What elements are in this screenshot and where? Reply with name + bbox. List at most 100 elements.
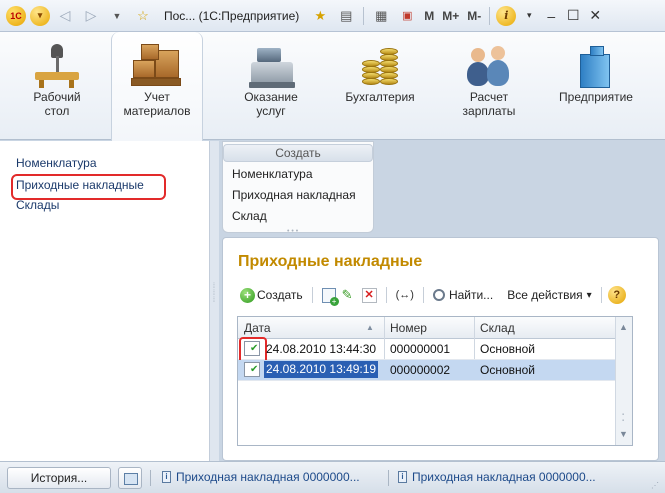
refresh-icon: (↔) [395,289,414,301]
section-enterprise[interactable]: Предприятие [550,32,642,140]
info-dropdown-icon[interactable]: ▾ [520,10,538,21]
toolbar-separator [489,6,491,25]
help-icon[interactable]: ? [607,286,626,304]
all-actions-label: Все действия [507,288,583,302]
delete-button[interactable]: ✕ [359,285,380,305]
section-label: Расчет зарплаты [462,90,516,118]
row-date: 24.08.2010 13:49:19 [264,361,379,378]
close-button[interactable]: ✕ [586,7,604,24]
open-window-tab[interactable]: i Приходная накладная 0000000... [162,470,360,484]
back-arrow-icon[interactable]: ◁ [54,5,76,27]
add-favorite-icon[interactable]: ★ [309,5,331,27]
status-separator [388,470,389,486]
row-date: 24.08.2010 13:44:30 [266,342,377,356]
calculator-icon[interactable]: ▦ [370,5,392,27]
vertical-scrollbar[interactable]: ▲ ▪ ▪ ▼ [615,317,632,445]
refresh-button[interactable]: (↔) [393,285,417,305]
resize-grip-icon[interactable]: ⋰ [651,481,659,490]
toolbar-separator [311,287,313,303]
column-header-warehouse[interactable]: Склад [480,321,515,335]
nav-item-warehouses[interactable]: Склады [16,198,59,212]
scroll-up-icon[interactable]: ▲ [619,322,628,332]
nav-item-receipt-invoices[interactable]: Приходные накладные [11,174,166,200]
nav-item-nomenclature[interactable]: Номенклатура [16,156,97,170]
all-actions-menu[interactable]: Все действия ▾ [504,285,595,305]
row-warehouse: Основной [480,363,536,377]
status-bar: История... i Приходная накладная 0000000… [0,461,665,493]
create-receipt-invoice-link[interactable]: Приходная накладная [232,188,356,202]
coins-icon [354,42,406,88]
toolbar-separator [600,287,602,303]
minimize-button[interactable]: – [542,8,560,24]
document-window-icon: i [162,471,171,483]
section-materials[interactable]: Учет материалов [111,32,203,141]
boxes-icon [131,42,183,88]
windows-list-icon[interactable] [118,467,142,489]
table-row[interactable]: 24.08.2010 13:49:19 000000002 Основной [238,360,632,381]
form-toolbar: + Создать ✎ ✕ (↔) Найти... Все действия … [237,284,626,306]
scroll-down-icon[interactable]: ▼ [619,429,628,439]
open-window-label: Приходная накладная 0000000... [176,470,360,484]
section-label: Учет материалов [123,90,191,118]
documents-table[interactable]: Дата ▲ Номер Склад 24.08.2010 13:44:30 0… [237,316,633,446]
form-title: Приходные накладные [238,253,423,270]
copy-button[interactable] [319,285,339,306]
section-label: Рабочий стол [33,90,81,118]
open-window-tab[interactable]: i Приходная накладная 0000000... [398,470,596,484]
history-button[interactable]: История... [7,467,111,489]
favorite-star-icon[interactable]: ☆ [132,5,154,27]
row-number: 000000001 [390,342,451,356]
row-number: 000000002 [390,363,451,377]
sections-panel: Рабочий стол Учет материалов Оказание ус… [0,32,665,141]
splitter-grip-icon: ⁞ ⁞ ⁞ [213,283,215,304]
title-bar: 1C ▾ ◁ ▷ ▼ ☆ Пос... (1С:Предприятие) ★ ▤… [0,0,665,32]
section-accounting[interactable]: Бухгалтерия [334,32,426,140]
section-label: Предприятие [559,90,633,104]
sort-indicator-icon: ▲ [366,323,374,332]
find-button-label: Найти... [448,288,494,302]
row-warehouse: Основной [480,342,536,356]
info-icon[interactable]: i [496,5,517,26]
main-menu-icon[interactable]: ▾ [30,5,50,26]
memory-store-button[interactable]: M [422,9,436,23]
section-label: Оказание услуг [244,90,298,118]
section-payroll[interactable]: Расчет зарплаты [443,32,535,140]
memory-add-button[interactable]: M+ [440,9,461,23]
print-preview-icon[interactable]: ▤ [335,5,357,27]
copy-icon [321,287,339,306]
column-header-date[interactable]: Дата [244,321,271,335]
create-warehouse-link[interactable]: Склад [232,209,267,223]
posted-document-icon [239,337,267,364]
create-panel-title: Создать [223,144,373,162]
cash-register-icon [245,42,297,88]
open-window-label: Приходная накладная 0000000... [412,470,596,484]
calendar-icon[interactable]: ▣ [396,5,418,27]
desk-lamp-icon [31,42,83,88]
list-form: Приходные накладные + Создать ✎ ✕ (↔) На… [222,237,659,461]
column-header-number[interactable]: Номер [390,321,427,335]
toolbar-separator [385,287,387,303]
edit-button[interactable]: ✎ [339,285,359,305]
toolbar-separator [422,287,424,303]
table-row[interactable]: 24.08.2010 13:44:30 000000001 Основной [238,337,632,364]
magnifier-icon [432,289,445,301]
history-dropdown-icon[interactable]: ▼ [106,5,128,27]
create-button[interactable]: + Создать [237,285,306,305]
pencil-icon: ✎ [341,287,353,302]
table-header: Дата ▲ Номер Склад [238,317,632,339]
section-desktop[interactable]: Рабочий стол [11,32,103,140]
create-nomenclature-link[interactable]: Номенклатура [232,167,313,181]
maximize-button[interactable]: ☐ [564,7,582,24]
find-button[interactable]: Найти... [430,285,496,305]
forward-arrow-icon[interactable]: ▷ [80,5,102,27]
window-title: Пос... (1С:Предприятие) [164,8,300,23]
section-label: Бухгалтерия [345,90,415,104]
memory-subtract-button[interactable]: M- [465,9,483,23]
posted-document-icon [244,362,260,377]
section-services[interactable]: Оказание услуг [225,32,317,140]
document-window-icon: i [398,471,407,483]
building-icon [570,42,622,88]
create-panel: Создать Номенклатура Приходная накладная… [222,141,374,235]
app-logo-icon[interactable]: 1C [6,5,26,26]
create-button-label: Создать [257,288,303,302]
